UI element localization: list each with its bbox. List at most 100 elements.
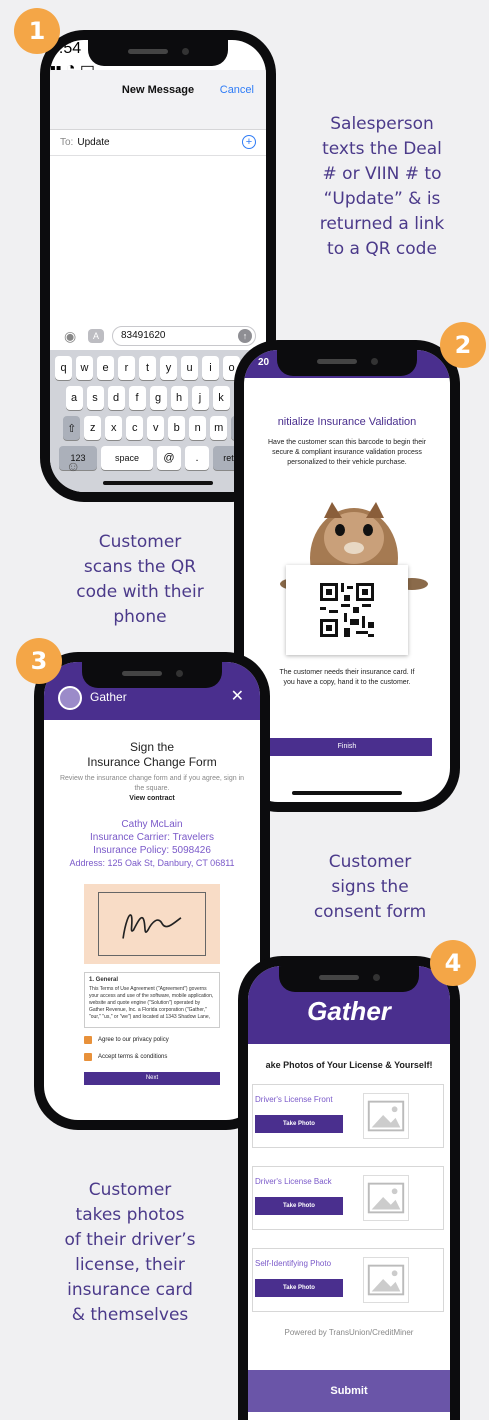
caption-line: signs the xyxy=(331,877,409,897)
privacy-checkbox[interactable] xyxy=(84,1036,92,1044)
message-text: 83491620 xyxy=(121,330,166,341)
caption-line: takes photos xyxy=(75,1205,185,1225)
terms-label: Accept terms & conditions xyxy=(98,1054,168,1060)
insurance-policy: Insurance Policy: 5098426 xyxy=(93,845,211,856)
avatar xyxy=(58,686,82,710)
insurance-carrier: Insurance Carrier: Travelers xyxy=(90,832,214,843)
key[interactable]: g xyxy=(149,386,167,410)
customer-address: Address: 125 Oak St, Danbury, CT 06811 xyxy=(69,858,235,868)
photo-label: Driver's License Front xyxy=(255,1095,333,1104)
camera-icon[interactable]: ◉ xyxy=(64,328,76,345)
caption-line: Salesperson xyxy=(330,114,434,134)
caption-line: insurance card xyxy=(67,1280,193,1300)
key[interactable]: w xyxy=(76,356,93,380)
caption-line: # or VIIN # to xyxy=(322,164,442,184)
gather-logo: Gather xyxy=(307,996,391,1026)
insurance-card-note: The customer needs their insurance card.… xyxy=(279,669,415,686)
step-1-caption: Salesperson texts the Deal # or VIIN # t… xyxy=(292,112,472,262)
key[interactable]: m xyxy=(210,416,228,440)
key[interactable]: a xyxy=(65,386,83,410)
customer-name: Cathy McLain xyxy=(121,819,183,830)
key[interactable]: u xyxy=(181,356,198,380)
privacy-checkbox-row[interactable]: Agree to our privacy policy xyxy=(84,1036,169,1044)
powered-by-text: Powered by TransUnion/CreditMiner xyxy=(284,1328,414,1337)
caption-line: Customer xyxy=(328,852,412,872)
key[interactable]: n xyxy=(189,416,207,440)
terms-checkbox-row[interactable]: Accept terms & conditions xyxy=(84,1053,167,1061)
key[interactable]: z xyxy=(84,416,102,440)
form-subtitle: Review the insurance change form and if … xyxy=(59,775,245,792)
terms-text: This Terms of Use Agreement ("Agreement"… xyxy=(89,986,214,1020)
key[interactable]: y xyxy=(160,356,177,380)
key[interactable]: b xyxy=(168,416,186,440)
signature-area[interactable] xyxy=(84,884,220,964)
caption-line: of their driver’s xyxy=(64,1230,196,1250)
finish-button[interactable]: Finish xyxy=(262,738,432,756)
take-photo-button[interactable]: Take Photo xyxy=(255,1197,343,1215)
terms-box[interactable]: 1. General This Terms of Use Agreement (… xyxy=(84,972,220,1028)
key[interactable]: d xyxy=(107,386,125,410)
take-photo-button[interactable]: Take Photo xyxy=(255,1279,343,1297)
key[interactable]: t xyxy=(139,356,156,380)
page-title: nitialize Insurance Validation xyxy=(277,416,417,428)
caption-line: returned a link xyxy=(319,214,445,234)
key[interactable]: k xyxy=(212,386,230,410)
home-indicator xyxy=(103,481,213,485)
message-input[interactable]: 83491620 ↑ xyxy=(112,326,256,346)
submit-button[interactable]: Submit xyxy=(248,1370,450,1412)
emoji-icon[interactable]: ☺ xyxy=(66,458,80,474)
to-label: To: xyxy=(60,137,74,148)
notch xyxy=(88,40,228,66)
caption-line: license, their xyxy=(75,1255,185,1275)
compose-bar: ◉ A 83491620 ↑ xyxy=(50,326,266,348)
form-title-line-2: Insurance Change Form xyxy=(87,755,217,769)
add-contact-button[interactable]: + xyxy=(242,135,256,149)
phone-2-screen: 20 nitialize Insurance Validation Have t… xyxy=(244,350,450,802)
key[interactable]: s xyxy=(86,386,104,410)
caption-line: scans the QR xyxy=(83,557,197,577)
key[interactable]: f xyxy=(128,386,146,410)
app-store-icon[interactable]: A xyxy=(88,329,104,343)
qr-code-icon xyxy=(317,580,377,640)
key[interactable]: x xyxy=(105,416,123,440)
view-contract-link[interactable]: View contract xyxy=(44,795,260,802)
recipient-value: Update xyxy=(77,137,110,148)
step-4-badge: 4 xyxy=(430,940,476,986)
next-button[interactable]: Next xyxy=(84,1072,220,1085)
step-3-caption: Customer signs the consent form xyxy=(290,850,450,925)
close-icon[interactable]: ✕ xyxy=(231,686,244,706)
app-name: Gather xyxy=(90,690,127,704)
key[interactable]: c xyxy=(126,416,144,440)
caption-line: Customer xyxy=(98,532,182,552)
take-photo-button[interactable]: Take Photo xyxy=(255,1115,343,1133)
key[interactable]: v xyxy=(147,416,165,440)
notch xyxy=(82,662,222,688)
photo-card-license-front: Driver's License Front Take Photo xyxy=(252,1084,444,1148)
step-3-badge: 3 xyxy=(16,638,62,684)
home-indicator xyxy=(292,791,402,795)
key[interactable]: i xyxy=(202,356,219,380)
phone-3-screen: Gather ✕ Sign the Insurance Change Form … xyxy=(44,662,260,1120)
step-2-caption: Customer scans the QR code with their ph… xyxy=(60,530,220,630)
step-1-badge: 1 xyxy=(14,8,60,54)
image-placeholder-icon xyxy=(363,1257,409,1303)
recipient-field[interactable]: To: Update + xyxy=(50,130,266,156)
phone-4-frame: Gather ake Photos of Your License & Your… xyxy=(238,956,460,1420)
key[interactable]: e xyxy=(97,356,114,380)
signature-frame xyxy=(98,892,206,956)
customer-info: Cathy McLain Insurance Carrier: Traveler… xyxy=(44,818,260,870)
cancel-button[interactable]: Cancel xyxy=(220,84,254,96)
send-icon[interactable]: ↑ xyxy=(238,329,252,343)
key[interactable]: j xyxy=(191,386,209,410)
terms-checkbox[interactable] xyxy=(84,1053,92,1061)
caption-line: & themselves xyxy=(71,1305,189,1325)
key[interactable]: q xyxy=(55,356,72,380)
key[interactable]: h xyxy=(170,386,188,410)
status-time: 20 xyxy=(258,357,270,368)
caption-line: to a QR code xyxy=(327,239,437,259)
form-title: Sign the Insurance Change Form xyxy=(44,740,260,770)
caption-line: consent form xyxy=(313,902,427,922)
notch xyxy=(277,350,417,376)
key[interactable]: r xyxy=(118,356,135,380)
shift-key[interactable]: ⇧ xyxy=(63,416,81,440)
